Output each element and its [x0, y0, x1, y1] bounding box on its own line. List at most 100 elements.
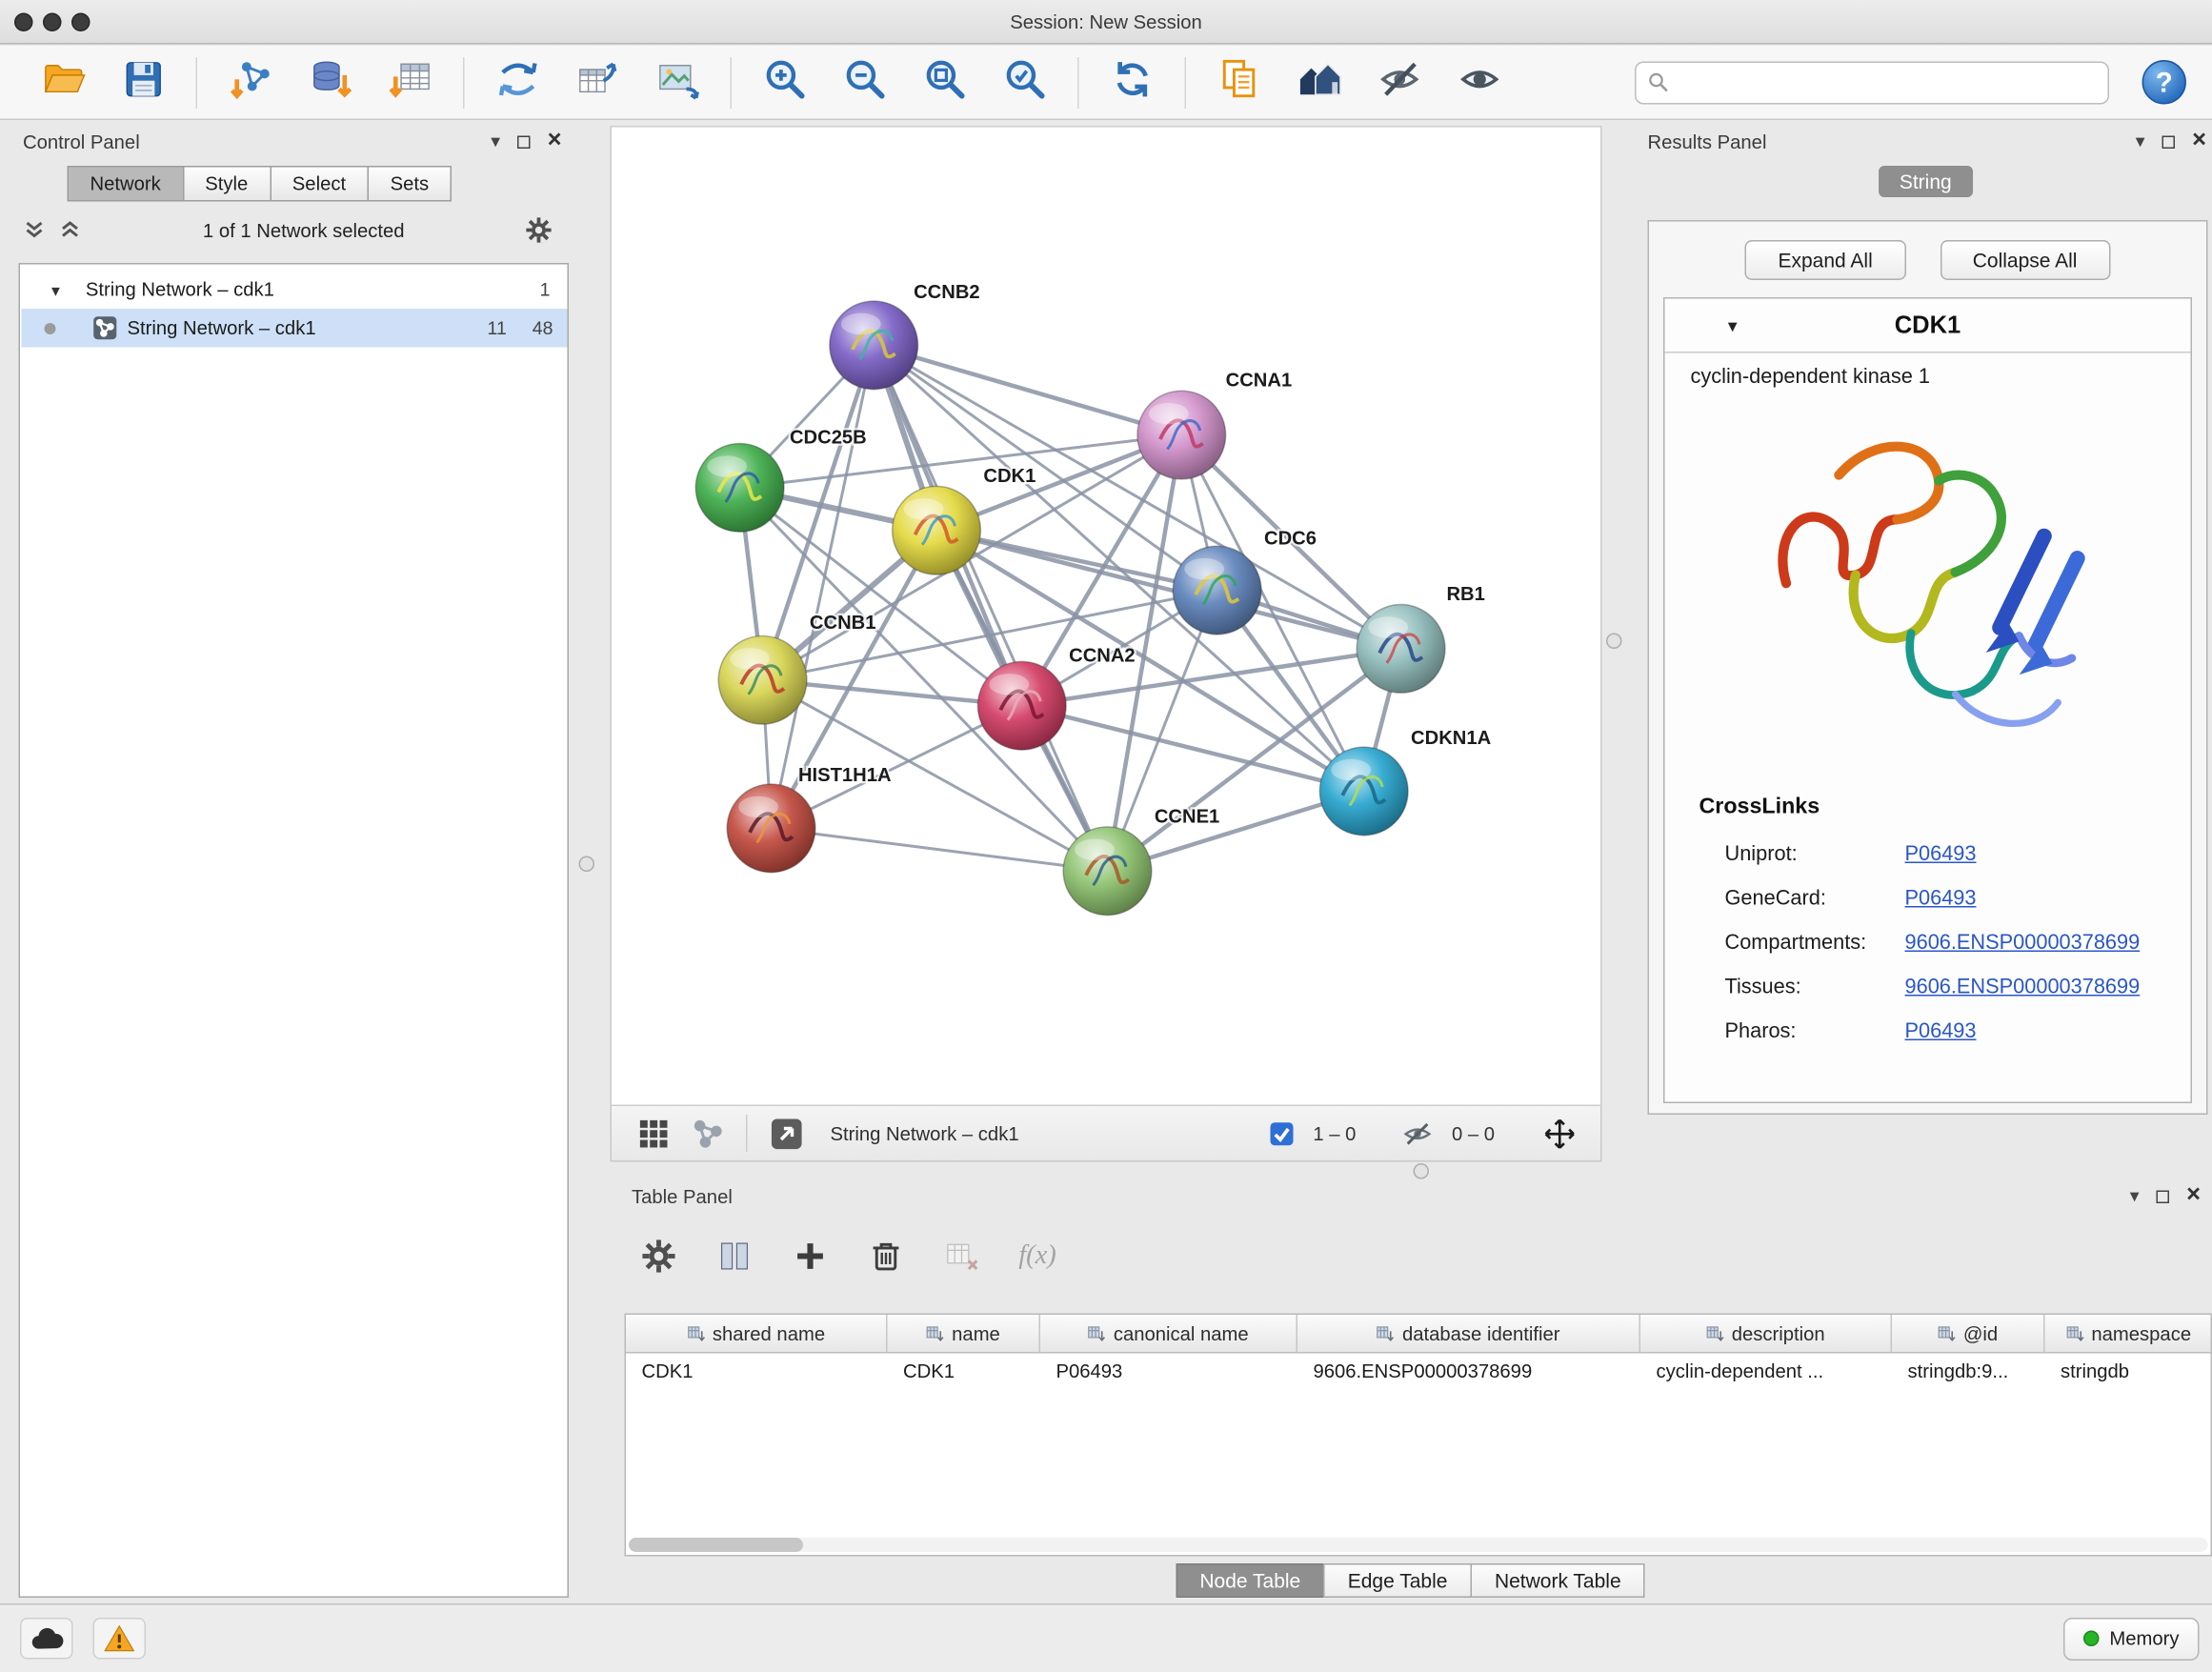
column-header-namespace[interactable]: namespace [2045, 1315, 2212, 1354]
crosslink-value-link[interactable]: P06493 [1905, 1019, 1977, 1042]
network-node-cdkn1a[interactable] [1319, 747, 1408, 836]
warnings-button[interactable] [93, 1618, 147, 1660]
table-cell[interactable]: 9606.ENSP00000378699 [1297, 1354, 1640, 1391]
network-share-icon[interactable] [689, 1115, 726, 1152]
network-from-table-button[interactable] [571, 52, 625, 112]
column-header-database-identifier[interactable]: database identifier [1297, 1315, 1640, 1354]
tab-edge-table[interactable]: Edge Table [1323, 1563, 1472, 1598]
edge-ccnb2-hist1h1a[interactable] [772, 345, 875, 828]
column-header-canonical-name[interactable]: canonical name [1040, 1315, 1297, 1354]
gene-expander-icon[interactable] [1725, 312, 1740, 338]
new-network-button[interactable] [491, 52, 545, 112]
zoom-fit-button[interactable] [917, 52, 972, 112]
table-row[interactable]: CDK1CDK1P064939606.ENSP00000378699cyclin… [626, 1354, 2211, 1391]
network-node-cdc6[interactable] [1173, 546, 1261, 635]
tab-network-table[interactable]: Network Table [1470, 1563, 1645, 1598]
column-header-description[interactable]: description [1640, 1315, 1892, 1354]
table-cell[interactable]: CDK1 [626, 1354, 888, 1391]
hidden-eye-slash-icon[interactable] [1401, 1115, 1433, 1152]
search-input[interactable] [1678, 71, 2097, 95]
panel-float-icon[interactable] [517, 135, 531, 149]
tab-select[interactable]: Select [270, 166, 369, 202]
table-horizontal-scrollbar[interactable] [629, 1538, 2208, 1552]
column-header-@id[interactable]: @id [1892, 1315, 2045, 1354]
birds-eye-view-icon[interactable] [768, 1115, 805, 1152]
column-header-shared-name[interactable]: shared name [626, 1315, 888, 1354]
zoom-out-button[interactable] [837, 52, 892, 112]
network-graph[interactable]: CCNB2CCNA1CDC25BCDK1CDC6RB1CCNB1CCNA2CDK… [612, 128, 1600, 1105]
open-session-button[interactable] [36, 52, 90, 112]
network-edges[interactable] [740, 345, 1401, 871]
panel-close-icon[interactable] [548, 129, 562, 154]
help-button[interactable]: ? [2141, 58, 2189, 107]
tab-network[interactable]: Network [68, 166, 184, 202]
table-cell[interactable]: cyclin-dependent ... [1640, 1354, 1892, 1391]
selected-checkbox-icon[interactable] [1269, 1115, 1295, 1152]
crosslink-value-link[interactable]: 9606.ENSP00000378699 [1905, 976, 2141, 998]
panel-collapse-icon[interactable] [2130, 1183, 2140, 1209]
crosslink-value-link[interactable]: 9606.ENSP00000378699 [1905, 931, 2141, 954]
network-node-ccna1[interactable] [1137, 391, 1226, 479]
vertical-splitter-knob[interactable] [579, 856, 595, 873]
scrollbar-thumb[interactable] [629, 1538, 803, 1552]
import-table-button[interactable] [383, 52, 437, 112]
edge-ccnb2-ccne1[interactable] [874, 345, 1107, 871]
network-row[interactable]: String Network – cdk1 11 48 [22, 309, 568, 348]
edge-hist1h1a-ccne1[interactable] [772, 828, 1108, 871]
tab-node-table[interactable]: Node Table [1176, 1563, 1325, 1598]
vertical-splitter-knob[interactable] [1606, 634, 1622, 650]
window-zoom-button[interactable] [71, 13, 90, 32]
tab-sets[interactable]: Sets [368, 166, 452, 202]
network-node-hist1h1a[interactable] [727, 784, 815, 873]
network-canvas[interactable]: CCNB2CCNA1CDC25BCDK1CDC6RB1CCNB1CCNA2CDK… [611, 126, 1602, 1106]
crosslink-value-link[interactable]: P06493 [1905, 842, 1977, 865]
zoom-selected-button[interactable] [997, 52, 1052, 112]
network-node-cdk1[interactable] [893, 486, 981, 574]
network-node-rb1[interactable] [1357, 605, 1445, 694]
table-cell[interactable]: P06493 [1040, 1354, 1297, 1391]
zoom-in-button[interactable] [757, 52, 812, 112]
grid-view-icon[interactable] [634, 1115, 672, 1152]
network-options-gear-icon[interactable] [525, 216, 553, 245]
network-node-ccnb1[interactable] [718, 635, 807, 724]
delete-column-icon[interactable] [866, 1237, 906, 1277]
tab-string[interactable]: String [1878, 166, 1973, 197]
window-close-button[interactable] [14, 13, 33, 32]
panel-close-icon[interactable] [2192, 129, 2206, 154]
save-session-button[interactable] [116, 52, 171, 112]
collection-expander-icon[interactable] [49, 279, 63, 301]
network-overview-button[interactable] [1292, 52, 1346, 112]
collapse-all-icon[interactable] [23, 218, 48, 243]
refresh-button[interactable] [1105, 52, 1159, 112]
panel-close-icon[interactable] [2186, 1183, 2201, 1209]
table-cell[interactable]: stringdb:9... [1892, 1354, 2045, 1391]
network-node-ccne1[interactable] [1063, 827, 1152, 916]
horizontal-splitter-knob[interactable] [1414, 1163, 1430, 1179]
panel-float-icon[interactable] [2162, 135, 2176, 149]
cloud-status-button[interactable] [20, 1618, 73, 1660]
network-node-ccna2[interactable] [977, 661, 1066, 750]
memory-button[interactable]: Memory [2063, 1617, 2199, 1660]
import-network-database-button[interactable] [303, 52, 357, 112]
crosslink-value-link[interactable]: P06493 [1905, 887, 1977, 910]
panel-collapse-icon[interactable] [491, 129, 500, 154]
table-cell[interactable]: CDK1 [888, 1354, 1041, 1391]
table-cell[interactable]: stringdb [2045, 1354, 2212, 1391]
network-node-ccnb2[interactable] [830, 301, 918, 390]
expand-all-icon[interactable] [59, 218, 84, 243]
expand-all-button[interactable]: Expand All [1745, 240, 1905, 280]
panel-collapse-icon[interactable] [2136, 129, 2145, 154]
network-node-cdc25b[interactable] [695, 444, 784, 533]
hide-selected-button[interactable] [1372, 52, 1426, 112]
edge-ccnb2-ccna1[interactable] [874, 345, 1181, 434]
add-column-icon[interactable] [791, 1237, 831, 1277]
window-minimize-button[interactable] [43, 13, 62, 32]
table-options-gear-icon[interactable] [639, 1237, 679, 1277]
copy-document-button[interactable] [1212, 52, 1266, 112]
collapse-all-button[interactable]: Collapse All [1940, 240, 2110, 280]
panel-float-icon[interactable] [2157, 1190, 2170, 1203]
network-collection-row[interactable]: String Network – cdk1 1 [22, 271, 568, 310]
show-columns-icon[interactable] [714, 1237, 754, 1277]
tab-style[interactable]: Style [182, 166, 271, 202]
column-header-name[interactable]: name [888, 1315, 1041, 1354]
